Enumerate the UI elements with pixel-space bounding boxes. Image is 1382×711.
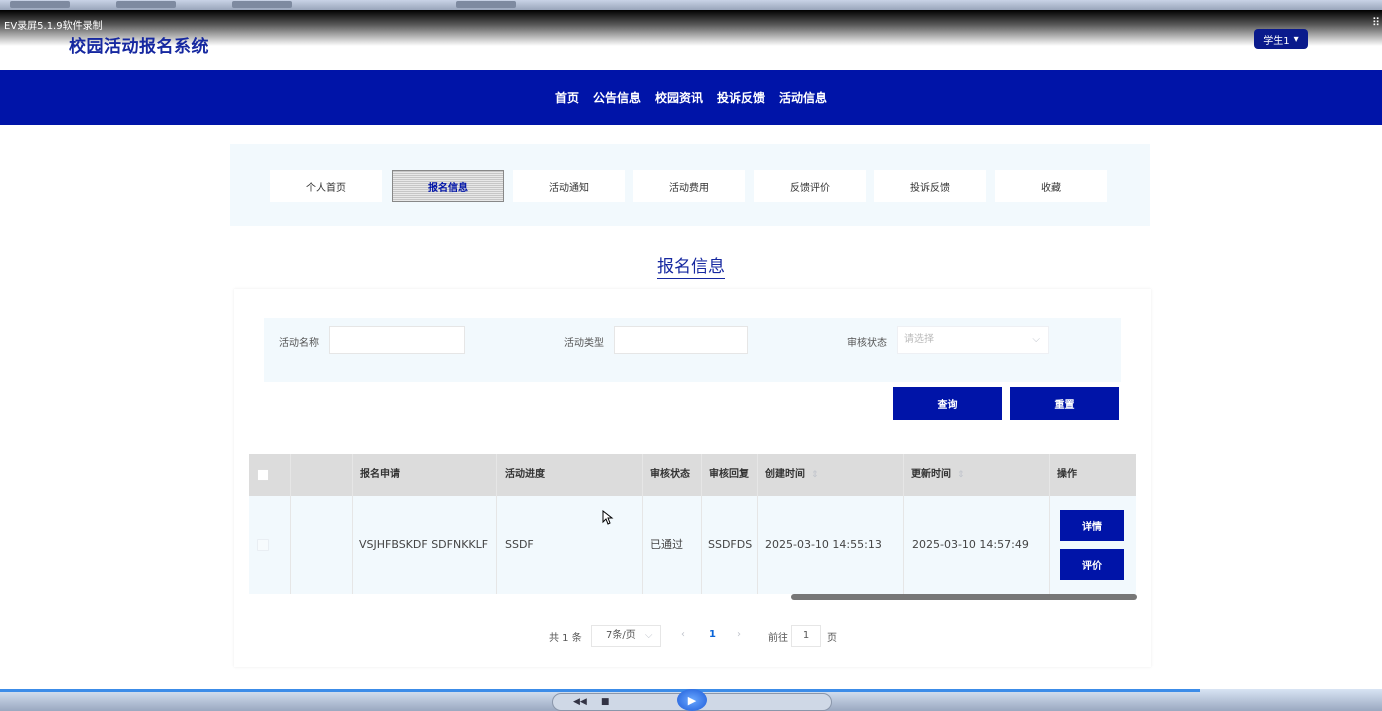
column-divider (290, 454, 291, 594)
page-number-current[interactable]: 1 (709, 629, 716, 640)
menu-item-activity-notices[interactable]: 活动通知 (513, 170, 625, 202)
sort-icon[interactable]: ⇕ (957, 470, 965, 480)
user-center-menu: 个人首页 报名信息 活动通知 活动费用 反馈评价 投诉反馈 收藏 (230, 144, 1150, 226)
table-horizontal-scrollbar[interactable] (791, 594, 1137, 600)
column-divider (701, 454, 702, 594)
pagination-total: 共 1 条 (549, 633, 582, 644)
page-title: 报名信息 (657, 257, 725, 279)
user-menu-label: 学生1 (1263, 35, 1290, 47)
page-size-value: 7条/页 (606, 630, 636, 641)
next-page-icon[interactable]: › (737, 629, 741, 640)
os-taskbar-strip (0, 0, 1382, 10)
play-icon[interactable]: ▶ (677, 689, 707, 711)
cell-progress: SSDF (505, 538, 534, 551)
site-title[interactable]: 校园活动报名系统 (69, 32, 209, 57)
mouse-cursor-icon (602, 510, 614, 525)
header-application: 报名申请 (360, 469, 400, 480)
cell-application: VSJHFBSKDF SDFNKKLF (359, 538, 489, 551)
rewind-icon[interactable]: ◀◀ (573, 697, 587, 707)
menu-item-feedback[interactable]: 反馈评价 (754, 170, 866, 202)
nav-item-complaints[interactable]: 投诉反馈 (717, 89, 765, 106)
details-button[interactable]: 详情 (1060, 510, 1124, 541)
header-review-reply: 审核回复 (709, 469, 749, 480)
chevron-down-icon: ⌵ (1032, 334, 1040, 345)
nav-item-campus-news[interactable]: 校园资讯 (655, 89, 703, 106)
header-review-status: 审核状态 (650, 469, 690, 480)
prev-page-icon[interactable]: ‹ (681, 629, 685, 640)
column-divider (903, 454, 904, 594)
caret-down-icon: ▾ (1293, 33, 1299, 45)
header-created-time[interactable]: 创建时间 ⇕ (765, 454, 819, 496)
table-row: VSJHFBSKDF SDFNKKLF SSDF 已通过 SSDFDS 2025… (249, 496, 1136, 594)
header-progress: 活动进度 (505, 469, 545, 480)
activity-type-input[interactable] (614, 326, 748, 354)
row-checkbox[interactable] (257, 539, 269, 551)
column-divider (1049, 454, 1050, 594)
menu-item-activity-fees[interactable]: 活动费用 (633, 170, 745, 202)
review-button[interactable]: 评价 (1060, 549, 1124, 580)
activity-name-label: 活动名称 (279, 338, 319, 349)
cell-review-status: 已通过 (650, 538, 683, 551)
sort-icon[interactable]: ⇕ (811, 470, 819, 480)
nav-item-announcements[interactable]: 公告信息 (593, 89, 641, 106)
nav-item-activities[interactable]: 活动信息 (779, 89, 827, 106)
column-divider (757, 454, 758, 594)
query-button[interactable]: 查询 (893, 387, 1002, 420)
cell-updated-time: 2025-03-10 14:57:49 (912, 538, 1029, 551)
menu-item-favorites[interactable]: 收藏 (995, 170, 1107, 202)
cell-created-time: 2025-03-10 14:55:13 (765, 538, 882, 551)
menu-item-registrations[interactable]: 报名信息 (392, 170, 504, 202)
taskbar-item (116, 1, 176, 8)
goto-page-input[interactable]: 1 (791, 625, 821, 647)
column-divider (352, 454, 353, 594)
page-suffix: 页 (827, 633, 837, 644)
page-size-select[interactable]: 7条/页 ⌵ (591, 625, 661, 647)
select-all-checkbox[interactable] (257, 469, 269, 481)
grip-icon[interactable]: ⠿ (1372, 16, 1380, 29)
recorder-control-bar: ◀◀ ■ ▶ (0, 689, 1382, 711)
review-status-select[interactable]: 请选择 ⌵ (897, 326, 1049, 354)
activity-name-input[interactable] (329, 326, 465, 354)
column-divider (642, 454, 643, 594)
header-actions: 操作 (1057, 469, 1077, 480)
taskbar-item (232, 1, 292, 8)
chevron-down-icon: ⌵ (644, 630, 653, 641)
table-header: 报名申请 活动进度 审核状态 审核回复 创建时间 ⇕ 更新时间 ⇕ 操作 (249, 454, 1136, 496)
review-status-placeholder: 请选择 (904, 334, 934, 345)
main-nav: 首页 公告信息 校园资讯 投诉反馈 活动信息 (0, 70, 1382, 125)
activity-type-label: 活动类型 (564, 338, 604, 349)
menu-item-complaints[interactable]: 投诉反馈 (874, 170, 986, 202)
taskbar-item (456, 1, 516, 8)
menu-item-profile[interactable]: 个人首页 (270, 170, 382, 202)
recording-progress (0, 689, 1200, 692)
nav-item-home[interactable]: 首页 (555, 89, 579, 106)
goto-label: 前往 (768, 633, 788, 644)
header-updated-time[interactable]: 更新时间 ⇕ (911, 454, 965, 496)
user-menu-button[interactable]: 学生1 ▾ (1254, 29, 1308, 49)
column-divider (496, 454, 497, 594)
reset-button[interactable]: 重置 (1010, 387, 1119, 420)
recorder-watermark: EV录屏5.1.9软件录制 (4, 21, 103, 32)
taskbar-item (10, 1, 70, 8)
stop-icon[interactable]: ■ (601, 697, 610, 707)
cell-review-reply: SSDFDS (708, 538, 753, 551)
review-status-label: 审核状态 (847, 338, 887, 349)
